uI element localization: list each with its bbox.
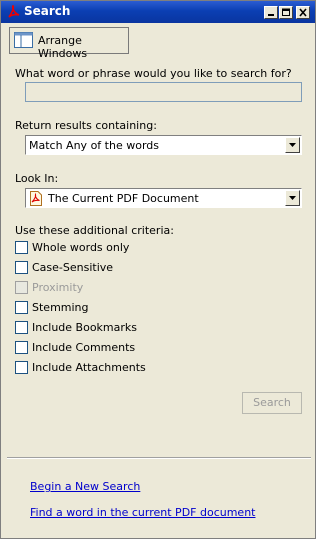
case-sensitive-checkbox[interactable] — [15, 261, 28, 274]
maximize-button[interactable] — [279, 6, 293, 19]
results-label: Return results containing: — [15, 119, 157, 132]
proximity-checkbox — [15, 281, 28, 294]
begin-new-search-link[interactable]: Begin a New Search — [30, 480, 140, 493]
maximize-icon — [282, 8, 290, 16]
look-in-dropdown-arrow[interactable] — [285, 190, 300, 206]
query-prompt: What word or phrase would you like to se… — [15, 67, 292, 80]
whole-words-label: Whole words only — [32, 241, 130, 254]
results-selected: Match Any of the words — [29, 139, 159, 152]
stemming-checkbox[interactable] — [15, 301, 28, 314]
find-word-link[interactable]: Find a word in the current PDF document — [30, 506, 255, 519]
window-title: Search — [24, 4, 71, 18]
search-window: Search Arrange Windows What word or phra… — [0, 0, 316, 539]
include-comments-checkbox[interactable] — [15, 341, 28, 354]
proximity-label: Proximity — [32, 281, 84, 294]
acrobat-icon — [8, 5, 20, 18]
arrange-windows-label: Arrange Windows — [38, 34, 88, 60]
pdf-document-icon — [30, 191, 42, 206]
dropdown-arrow-icon — [289, 196, 296, 200]
close-icon — [299, 8, 307, 17]
criteria-label: Use these additional criteria: — [15, 224, 174, 237]
case-sensitive-label: Case-Sensitive — [32, 261, 114, 274]
arrange-windows-icon — [14, 32, 33, 48]
include-bookmarks-label: Include Bookmarks — [32, 321, 137, 334]
look-in-label: Look In: — [15, 172, 59, 185]
whole-words-checkbox[interactable] — [15, 241, 28, 254]
include-attachments-label: Include Attachments — [32, 361, 146, 374]
close-button[interactable] — [296, 6, 310, 19]
search-button[interactable]: Search — [242, 392, 302, 414]
arrange-windows-button[interactable]: Arrange Windows — [9, 27, 129, 60]
results-dropdown-arrow[interactable] — [285, 137, 300, 153]
look-in-selected: The Current PDF Document — [48, 192, 199, 205]
search-query-input[interactable] — [25, 82, 302, 102]
section-divider — [7, 457, 311, 459]
include-comments-label: Include Comments — [32, 341, 136, 354]
minimize-button[interactable] — [264, 6, 278, 19]
include-bookmarks-checkbox[interactable] — [15, 321, 28, 334]
minimize-icon — [268, 14, 274, 16]
title-bar[interactable]: Search — [1, 1, 315, 23]
include-attachments-checkbox[interactable] — [15, 361, 28, 374]
look-in-dropdown[interactable]: The Current PDF Document — [25, 188, 302, 208]
dropdown-arrow-icon — [289, 143, 296, 147]
results-dropdown[interactable]: Match Any of the words — [25, 135, 302, 155]
stemming-label: Stemming — [32, 301, 89, 314]
